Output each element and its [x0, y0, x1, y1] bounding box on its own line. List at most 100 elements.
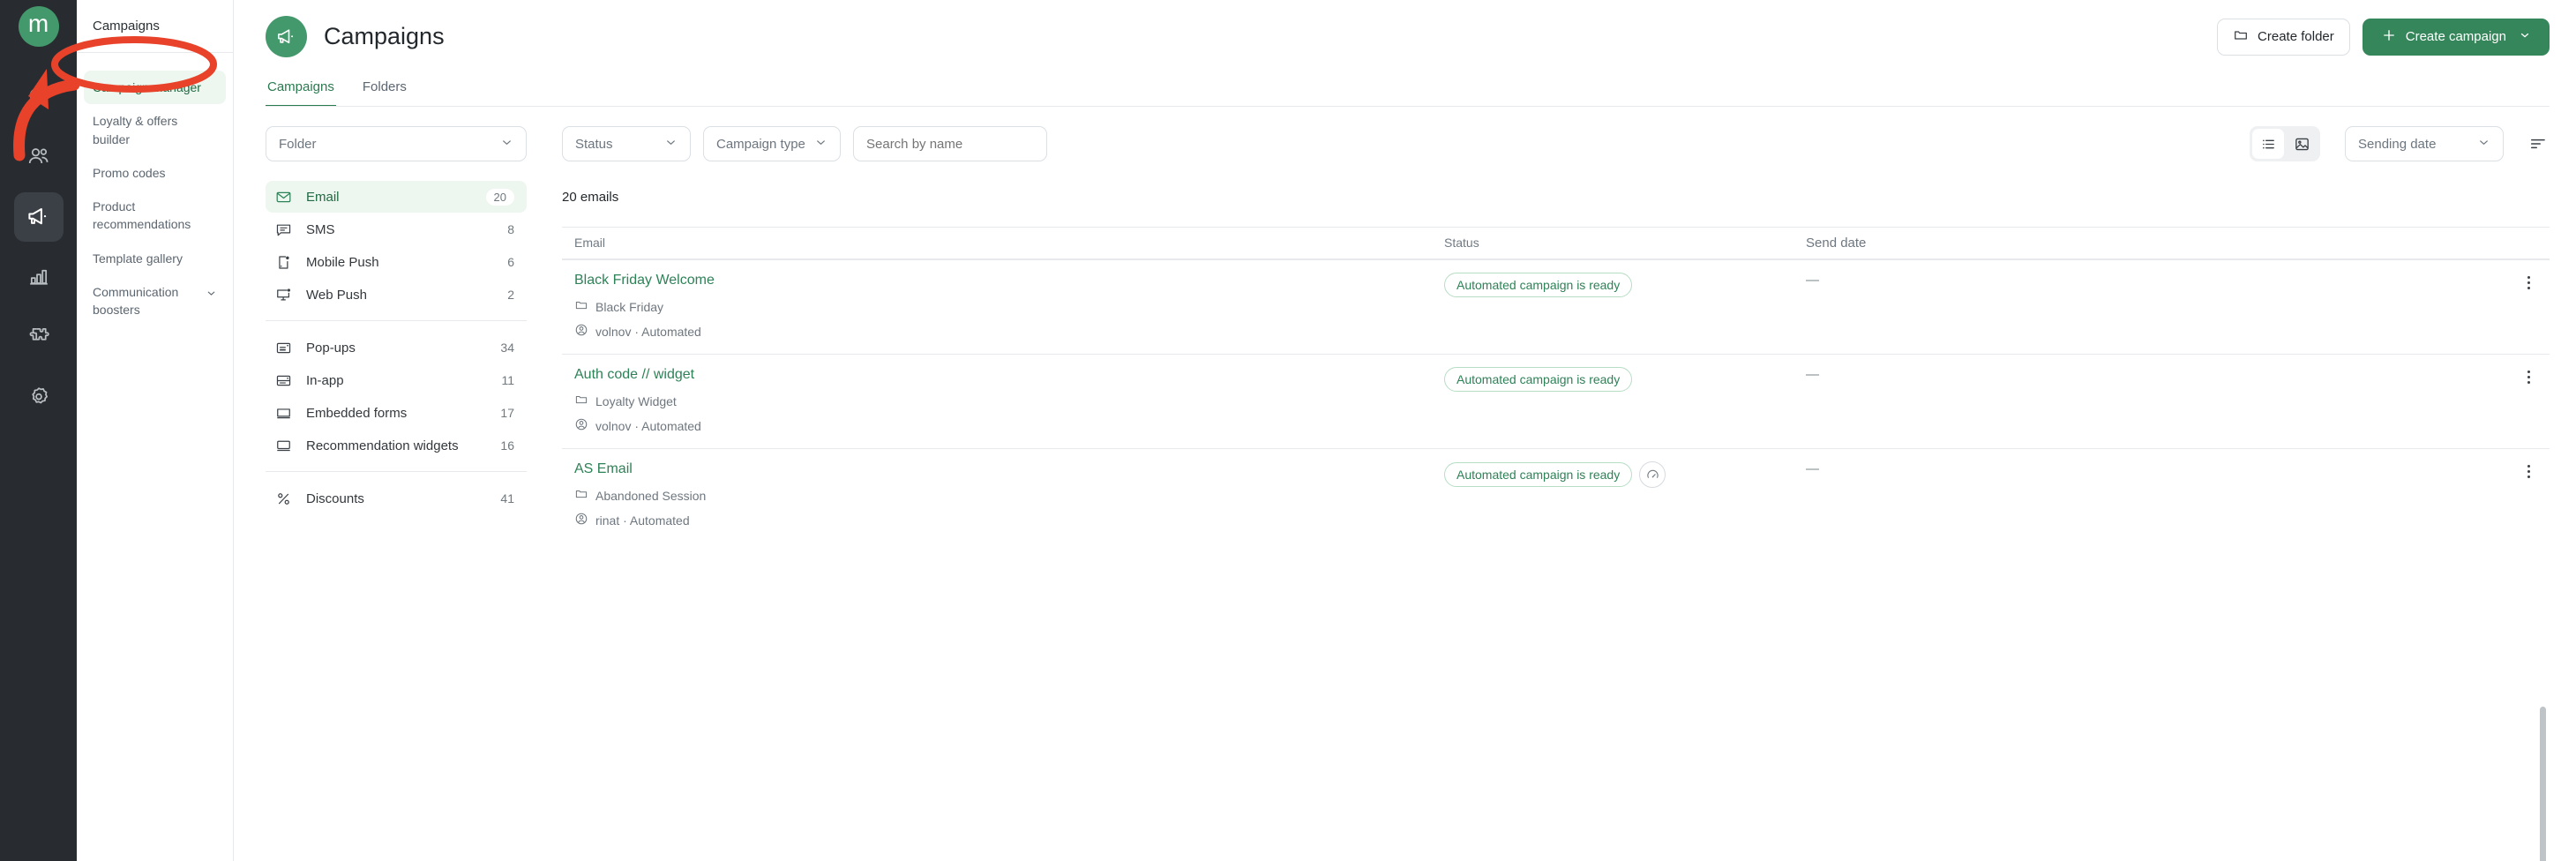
- create-folder-label: Create folder: [2258, 29, 2334, 44]
- nav-item-label: Campaign manager: [93, 80, 201, 94]
- channel-label: Pop-ups: [306, 340, 356, 356]
- status-badge: Automated campaign is ready: [1444, 367, 1633, 392]
- table-row[interactable]: Black Friday Welcome Black Friday volnov…: [562, 259, 2550, 354]
- channel-label: Recommendation widgets: [306, 438, 459, 453]
- sort-direction-icon[interactable]: [2527, 132, 2550, 155]
- nav-item-template-gallery[interactable]: Template gallery: [84, 242, 226, 275]
- settings-icon[interactable]: [14, 372, 64, 422]
- campaigns-icon[interactable]: [13, 192, 64, 242]
- campaign-title-link[interactable]: Auth code // widget: [574, 367, 1444, 383]
- channel-item-web-push[interactable]: Web Push 2: [266, 279, 527, 311]
- status-cell: Automated campaign is ready: [1444, 273, 1806, 297]
- in-app-icon: [274, 372, 292, 389]
- speedometer-icon[interactable]: [1639, 461, 1666, 488]
- create-folder-button[interactable]: Create folder: [2217, 18, 2350, 56]
- row-menu-icon[interactable]: [2524, 273, 2534, 293]
- table-row[interactable]: AS Email Abandoned Session rinat · Autom…: [562, 448, 2550, 543]
- campaign-cell: Black Friday Welcome Black Friday volnov…: [562, 273, 1444, 340]
- folder-filter-select[interactable]: Folder: [266, 126, 527, 161]
- campaign-title-link[interactable]: AS Email: [574, 461, 1444, 477]
- campaign-list-column: Status Campaign type Search by name Send…: [527, 107, 2550, 861]
- logo-mark: m: [18, 6, 59, 47]
- campaign-folder-label: Abandoned Session: [595, 488, 707, 503]
- integrations-icon[interactable]: [14, 312, 64, 362]
- nav-item-loyalty-offers-builder[interactable]: Loyalty & offers builder: [84, 104, 226, 156]
- nav-item-communication-boosters[interactable]: Communication boosters: [84, 275, 226, 327]
- audience-icon[interactable]: [14, 132, 64, 182]
- user-icon: [574, 323, 588, 340]
- sort-field-select[interactable]: Sending date: [2345, 126, 2504, 161]
- chevron-down-icon: [2477, 136, 2490, 153]
- app-logo[interactable]: m: [0, 0, 77, 53]
- send-date-cell: —: [1806, 367, 2009, 382]
- channel-count: 17: [500, 406, 514, 420]
- tab-campaigns[interactable]: Campaigns: [266, 74, 336, 107]
- app-root: m Campaigns Campaign manager Loyalty & o…: [0, 0, 2576, 861]
- channel-item-in-app[interactable]: In-app 11: [266, 364, 527, 396]
- channel-item-discounts[interactable]: Discounts 41: [266, 483, 527, 514]
- page-header: Campaigns Create folder Create campaign: [234, 0, 2576, 74]
- send-date-value: —: [1806, 273, 1819, 288]
- row-actions-cell: [2009, 367, 2550, 387]
- campaign-author: volnov · Automated: [574, 417, 1444, 434]
- filter-bar: Status Campaign type Search by name Send…: [562, 126, 2550, 161]
- campaign-type-filter-select[interactable]: Campaign type: [703, 126, 841, 161]
- channel-item-embedded-forms[interactable]: Embedded forms 17: [266, 397, 527, 429]
- status-filter-label: Status: [575, 136, 613, 152]
- channel-count: 41: [500, 491, 514, 505]
- vertical-scrollbar[interactable]: [2540, 707, 2546, 861]
- channel-item-mobile-push[interactable]: Mobile Push 6: [266, 246, 527, 278]
- analytics-icon[interactable]: [14, 252, 64, 302]
- row-menu-icon[interactable]: [2524, 461, 2534, 482]
- nav-sidebar: Campaigns Campaign manager Loyalty & off…: [77, 0, 234, 861]
- user-icon: [574, 417, 588, 434]
- tab-folders[interactable]: Folders: [361, 74, 408, 107]
- channel-count: 20: [485, 188, 514, 206]
- status-filter-select[interactable]: Status: [562, 126, 691, 161]
- tab-bar: Campaigns Folders: [234, 74, 2576, 107]
- status-badge: Automated campaign is ready: [1444, 273, 1633, 297]
- folder-icon: [2233, 27, 2249, 47]
- popup-icon: [274, 340, 292, 356]
- channel-label: SMS: [306, 221, 335, 237]
- campaign-author: rinat · Automated: [574, 512, 1444, 528]
- campaign-author-label: volnov · Automated: [595, 418, 701, 433]
- sms-icon: [274, 221, 292, 238]
- search-input[interactable]: [853, 126, 1047, 161]
- send-date-value: —: [1806, 367, 1819, 382]
- channel-item-popups[interactable]: Pop-ups 34: [266, 332, 527, 363]
- channel-divider: [266, 320, 527, 321]
- nav-section-title: Campaigns: [77, 0, 233, 53]
- status-wrap: Automated campaign is ready: [1444, 273, 1806, 297]
- channel-list: Email 20 SMS 8 Mobile Push 6 Web Push 2 …: [266, 181, 527, 514]
- channel-item-email[interactable]: Email 20: [266, 181, 527, 213]
- campaign-table: Email Status Send date Black Friday Welc…: [562, 227, 2550, 543]
- folder-icon: [574, 393, 588, 409]
- nav-item-label: Promo codes: [93, 165, 166, 180]
- channel-count: 34: [500, 341, 514, 355]
- nav-list: Campaign manager Loyalty & offers builde…: [77, 53, 233, 327]
- list-view-icon[interactable]: [2252, 129, 2284, 159]
- channel-label: Email: [306, 189, 340, 205]
- megaphone-icon: [266, 16, 307, 57]
- channel-item-recommendation-widgets[interactable]: Recommendation widgets 16: [266, 430, 527, 461]
- envelope-icon: [274, 189, 292, 206]
- channel-count: 2: [507, 288, 514, 302]
- campaign-folder-label: Loyalty Widget: [595, 393, 677, 408]
- row-menu-icon[interactable]: [2524, 367, 2534, 387]
- sort-field-label: Sending date: [2358, 136, 2437, 152]
- chevron-down-icon: [206, 283, 217, 303]
- nav-item-product-recommendations[interactable]: Product recommendations: [84, 190, 226, 242]
- chevron-down-icon: [500, 136, 513, 153]
- gallery-view-icon[interactable]: [2286, 129, 2318, 159]
- nav-item-promo-codes[interactable]: Promo codes: [84, 156, 226, 190]
- channel-item-sms[interactable]: SMS 8: [266, 213, 527, 245]
- status-wrap: Automated campaign is ready: [1444, 461, 1806, 488]
- search-icon[interactable]: [14, 72, 64, 122]
- campaign-title-link[interactable]: Black Friday Welcome: [574, 273, 1444, 288]
- channel-count: 16: [500, 438, 514, 453]
- nav-item-campaign-manager[interactable]: Campaign manager: [84, 71, 226, 105]
- table-row[interactable]: Auth code // widget Loyalty Widget volno…: [562, 354, 2550, 448]
- column-header-status: Status: [1444, 236, 1479, 250]
- create-campaign-button[interactable]: Create campaign: [2362, 18, 2550, 56]
